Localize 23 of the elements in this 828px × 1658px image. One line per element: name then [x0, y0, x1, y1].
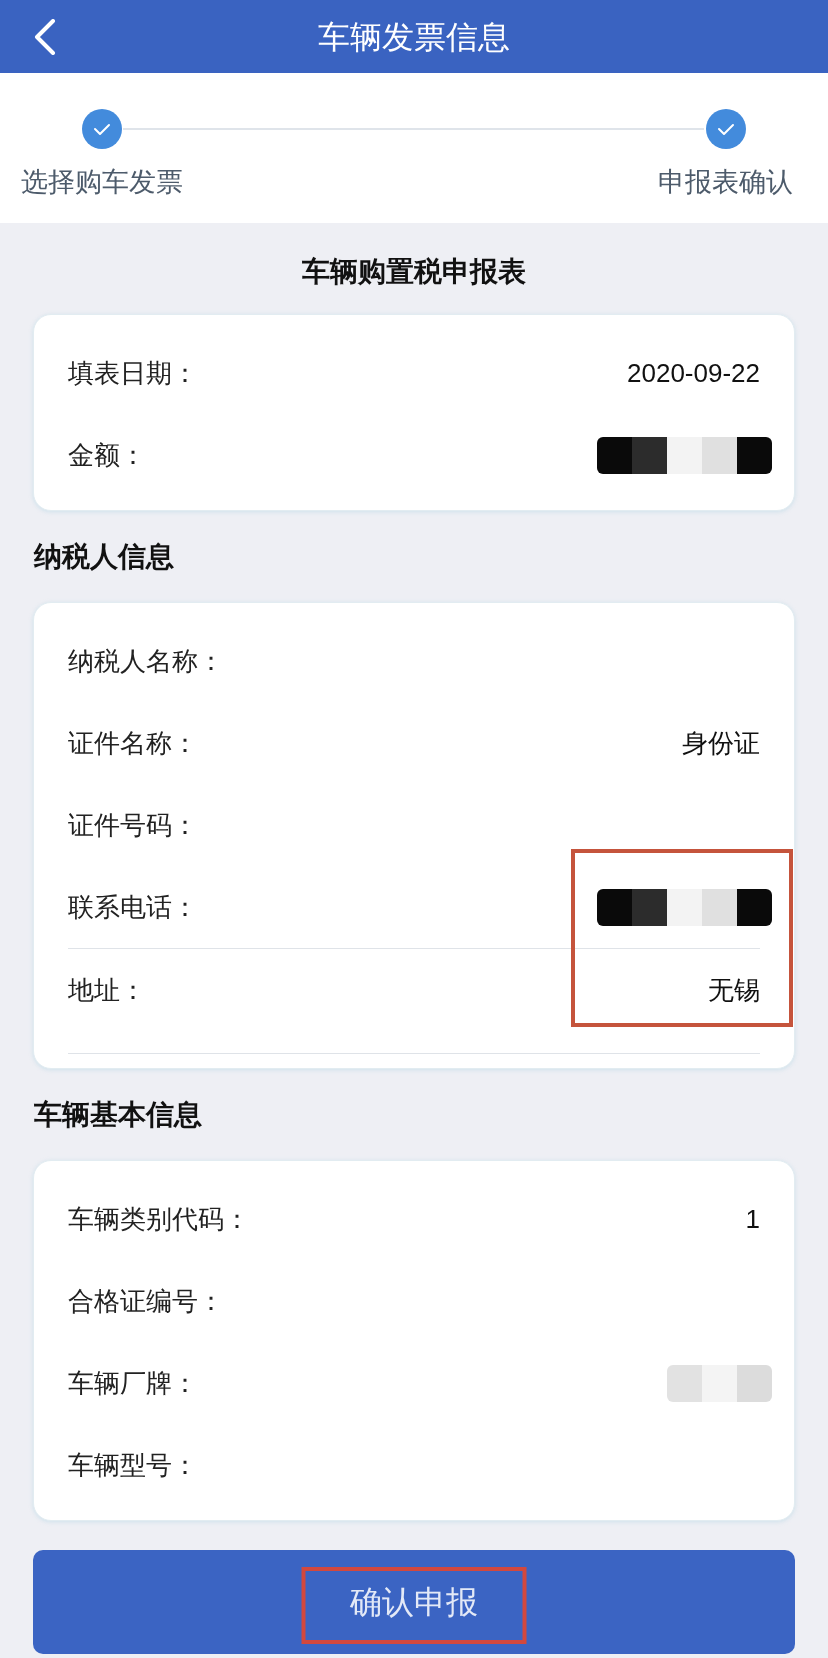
field-label: 填表日期：: [68, 357, 198, 390]
header-title: 车辆发票信息: [318, 17, 510, 57]
field-label: 联系电话：: [68, 891, 198, 924]
field-label: 地址：: [68, 974, 146, 1007]
field-value: 2020-09-22: [627, 357, 760, 390]
section-heading: 纳税人信息: [33, 540, 175, 574]
back-icon[interactable]: [34, 18, 56, 55]
field-label: 合格证编号：: [68, 1285, 224, 1318]
field-label: 证件名称：: [68, 727, 198, 760]
field-label: 车辆类别代码：: [68, 1203, 250, 1236]
field-label: 车辆厂牌：: [68, 1367, 198, 1400]
step-label: 选择购车发票: [21, 166, 183, 199]
submit-button[interactable]: 确认申报: [33, 1550, 795, 1654]
field-label: 车辆型号：: [68, 1449, 198, 1482]
field-label: 纳税人名称：: [68, 645, 224, 678]
field-value: 1: [745, 1203, 760, 1236]
field-label: 金额：: [68, 439, 146, 472]
field-label: 证件号码：: [68, 809, 198, 842]
form-title: 车辆购置税申报表: [301, 255, 527, 289]
section-heading: 车辆基本信息: [33, 1098, 203, 1132]
step-label: 申报表确认: [658, 166, 793, 199]
field-value: 身份证: [682, 727, 760, 760]
field-value: 无锡: [708, 974, 760, 1007]
